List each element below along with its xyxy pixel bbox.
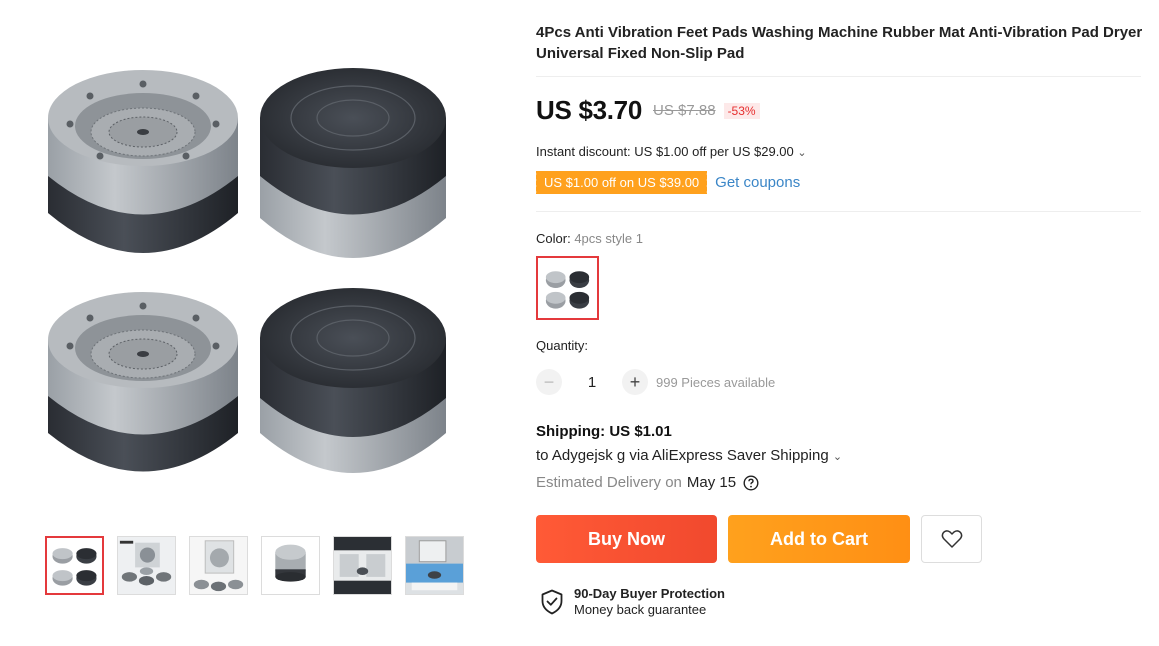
thumbnail-strip	[45, 536, 464, 595]
delivery-label: Estimated Delivery on	[536, 474, 682, 491]
delivery-date: May 15	[686, 474, 737, 491]
divider	[536, 76, 1141, 77]
chevron-down-icon: ⌄	[797, 147, 807, 159]
estimated-delivery: Estimated Delivery on May 15	[536, 474, 759, 491]
quantity-label: Quantity:	[536, 338, 589, 353]
shipping-destination-text: to Adygejsk g via AliExpress Saver Shipp…	[536, 447, 829, 464]
color-label: Color: 4pcs style 1	[536, 231, 643, 246]
coupon-row: US $1.00 off on US $39.00 Get coupons	[533, 171, 800, 194]
discount-badge: -53%	[723, 102, 760, 119]
add-to-cart-button[interactable]: Add to Cart	[728, 515, 910, 563]
quantity-decrease-button[interactable]: −	[536, 369, 562, 395]
buyer-protection-title: 90-Day Buyer Protection	[574, 586, 725, 601]
thumbnail-3[interactable]	[189, 536, 248, 595]
product-info: 4Pcs Anti Vibration Feet Pads Washing Ma…	[536, 22, 1143, 64]
product-photo	[48, 68, 446, 473]
buy-now-button[interactable]: Buy Now	[536, 515, 717, 563]
buyer-protection-subtitle: Money back guarantee	[574, 602, 707, 617]
shipping-destination[interactable]: to Adygejsk g via AliExpress Saver Shipp…	[536, 447, 842, 464]
current-price: US $3.70	[536, 95, 643, 125]
get-coupons-link[interactable]: Get coupons	[715, 174, 800, 191]
quantity-increase-button[interactable]: +	[622, 369, 648, 395]
wishlist-button[interactable]	[921, 515, 982, 563]
color-label-text: Color:	[536, 231, 571, 246]
thumbnail-2[interactable]	[117, 536, 176, 595]
thumbnail-6[interactable]	[405, 536, 464, 595]
quantity-value[interactable]: 1	[562, 374, 622, 391]
instant-discount-text: Instant discount: US $1.00 off per US $2…	[536, 144, 794, 159]
buyer-protection-text: 90-Day Buyer Protection Money back guara…	[574, 586, 725, 619]
chevron-down-icon: ⌄	[832, 451, 843, 463]
instant-discount[interactable]: Instant discount: US $1.00 off per US $2…	[536, 144, 807, 159]
color-selected-value: 4pcs style 1	[574, 231, 643, 246]
divider	[536, 211, 1141, 212]
stock-available: 999 Pieces available	[656, 374, 776, 390]
product-title: 4Pcs Anti Vibration Feet Pads Washing Ma…	[536, 24, 1143, 62]
thumbnail-5[interactable]	[333, 536, 392, 595]
color-swatch-selected[interactable]	[536, 256, 599, 320]
main-product-image	[30, 48, 470, 498]
quantity-stepper: − 1 + 999 Pieces available	[536, 369, 775, 395]
thumbnail-4[interactable]	[261, 536, 320, 595]
shield-check-icon	[541, 589, 563, 615]
original-price: US $7.88	[653, 102, 716, 119]
thumbnail-1[interactable]	[45, 536, 104, 595]
coupon-badge: US $1.00 off on US $39.00	[533, 171, 708, 194]
question-circle-icon[interactable]	[743, 474, 759, 491]
shipping-price: Shipping: US $1.01	[536, 423, 672, 440]
price-row: US $3.70 US $7.88 -53%	[536, 95, 760, 126]
buyer-protection: 90-Day Buyer Protection Money back guara…	[540, 586, 725, 619]
heart-icon	[941, 530, 962, 548]
